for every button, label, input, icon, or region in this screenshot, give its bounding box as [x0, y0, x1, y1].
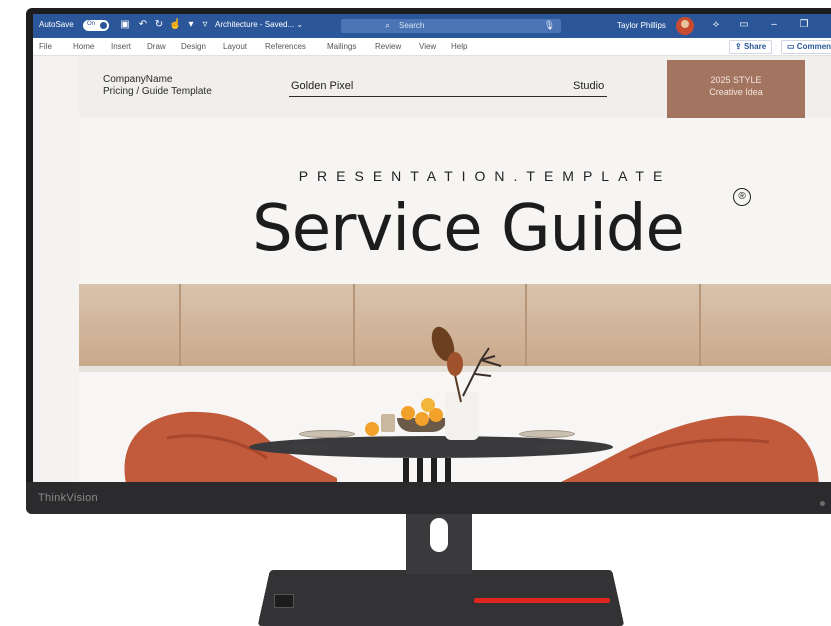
right-napkin [537, 444, 577, 450]
tab-review[interactable]: Review [375, 42, 401, 51]
tab-insert[interactable]: Insert [111, 42, 131, 51]
left-napkin [291, 444, 331, 450]
redo-icon[interactable]: ↻ [153, 19, 165, 31]
page-title: Service Guide [252, 192, 685, 266]
search-icon: ⌕ [385, 20, 391, 30]
monitor-screen: AutoSave On ▣ ↶ ↻ ☝ ▾ ▿ Architecture - S… [33, 14, 831, 482]
stand-accent-stripe [474, 598, 610, 603]
style-year: 2025 STYLE [710, 75, 762, 85]
tab-file[interactable]: File [39, 42, 52, 51]
more-chevron-icon[interactable]: ▿ [199, 19, 211, 31]
share-button[interactable]: ⇪ Share [729, 40, 773, 54]
customize-chevron-icon[interactable]: ▾ [185, 19, 197, 31]
stand-badge [274, 594, 294, 608]
tab-layout[interactable]: Layout [223, 42, 247, 51]
toggle-knob [100, 22, 107, 29]
table-leg [445, 458, 451, 482]
share-icon: ⇪ [735, 42, 742, 51]
orange [415, 412, 429, 426]
right-plate [519, 430, 575, 438]
golden-pixel-text: Golden Pixel [291, 80, 354, 92]
comment-icon: ▭ [787, 42, 795, 51]
autosave-label: AutoSave [39, 20, 74, 29]
avatar[interactable] [676, 17, 694, 35]
tab-view[interactable]: View [419, 42, 436, 51]
minimize-icon[interactable]: – [767, 19, 781, 30]
save-icon[interactable]: ▣ [119, 19, 131, 31]
company-name: CompanyName [103, 74, 173, 85]
touch-mode-icon[interactable]: ☝ [169, 19, 181, 31]
user-name[interactable]: Taylor Phillips [617, 21, 666, 30]
undo-icon[interactable]: ↶ [137, 19, 149, 31]
registered-mark: ® [733, 188, 751, 206]
comments-label: Comments [796, 42, 831, 51]
power-indicator[interactable] [820, 501, 825, 506]
header-divider [289, 96, 607, 97]
orange [401, 406, 415, 420]
tab-mailings[interactable]: Mailings [327, 42, 356, 51]
word-title-bar: AutoSave On ▣ ↶ ↻ ☝ ▾ ▿ Architecture - S… [33, 14, 831, 38]
ribbon-display-icon[interactable]: ▭ [737, 19, 751, 30]
cabinet-seam [525, 284, 527, 366]
document-name[interactable]: Architecture - Saved... ⌄ [215, 20, 303, 29]
presentation-subtitle: PRESENTATION.TEMPLATE [298, 168, 672, 184]
tab-draw[interactable]: Draw [147, 42, 166, 51]
table-leg [403, 458, 409, 482]
designer-icon[interactable]: ⟡ [709, 19, 723, 30]
tab-help[interactable]: Help [451, 42, 467, 51]
monitor-chin [26, 482, 831, 514]
orange [365, 422, 379, 436]
flower-arrangement [431, 326, 502, 403]
table-base [399, 458, 459, 482]
cable-management-hole [430, 518, 448, 552]
company-subtitle: Pricing / Guide Template [103, 86, 212, 97]
table-leg [431, 458, 437, 482]
brand-logo: ThinkVision [38, 492, 98, 504]
tab-references[interactable]: References [265, 42, 306, 51]
document-header: CompanyName Pricing / Guide Template Gol… [79, 56, 831, 118]
tab-home[interactable]: Home [73, 42, 94, 51]
microphone-icon[interactable]: 🎙︎ [544, 20, 555, 31]
studio-text: Studio [573, 80, 605, 92]
style-caption: Creative Idea [709, 87, 763, 97]
cabinet-seam [179, 284, 181, 366]
left-plate [299, 430, 355, 438]
style-badge: 2025 STYLE Creative Idea [667, 60, 805, 118]
interior-photo [79, 266, 831, 482]
company-block: CompanyName Pricing / Guide Template [103, 74, 212, 98]
cup [381, 414, 395, 432]
search-placeholder: Search [399, 21, 425, 30]
toggle-state-label: On [87, 21, 96, 27]
document-page[interactable]: CompanyName Pricing / Guide Template Gol… [79, 56, 831, 482]
search-input[interactable]: ⌕ Search 🎙︎ [341, 19, 561, 33]
table-leg [417, 458, 423, 482]
restore-icon[interactable]: ❐ [797, 19, 811, 30]
comments-button[interactable]: ▭ Comments [781, 40, 831, 54]
share-label: Share [743, 42, 767, 51]
cabinet-seam [353, 284, 355, 366]
tab-design[interactable]: Design [181, 42, 206, 51]
product-photo: AutoSave On ▣ ↶ ↻ ☝ ▾ ▿ Architecture - S… [0, 0, 831, 626]
autosave-toggle[interactable]: On [83, 20, 109, 31]
ribbon-tabs: File Home Insert Draw Design Layout Refe… [33, 38, 831, 56]
cabinet-seam [699, 284, 701, 366]
